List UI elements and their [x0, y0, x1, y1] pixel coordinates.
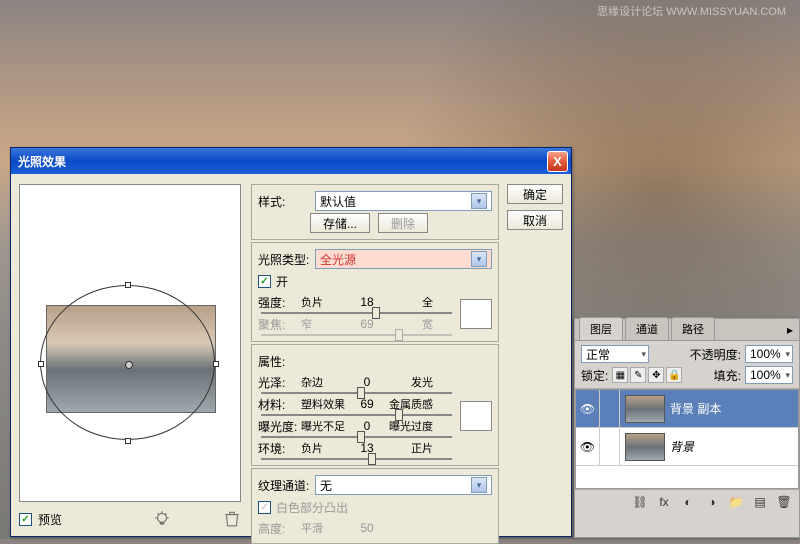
- ambient-color-swatch[interactable]: [460, 401, 492, 431]
- light-handle-left[interactable]: [38, 361, 44, 367]
- chevron-down-icon: ▾: [471, 251, 487, 267]
- layers-panel: 图层 通道 路径 ▸ 正常 不透明度: 100% 锁定: ▦ ✎ ✥ 🔒 填充:…: [574, 318, 800, 538]
- opacity-label: 不透明度:: [690, 346, 741, 363]
- fill-label: 填充:: [714, 367, 741, 384]
- watermark-text: 思缘设计论坛 WWW.MISSYUAN.COM: [597, 3, 786, 19]
- layer-item[interactable]: 👁 背景: [576, 428, 798, 466]
- preview-area[interactable]: [19, 184, 241, 502]
- lock-label: 锁定:: [581, 367, 608, 384]
- light-on-checkbox[interactable]: ✓: [258, 275, 271, 288]
- layer-list: 👁 背景 副本 👁 背景: [575, 389, 799, 489]
- white-high-checkbox: ✓: [258, 501, 271, 514]
- dialog-title: 光照效果: [18, 153, 547, 170]
- texture-label: 纹理通道:: [258, 477, 310, 494]
- lock-all-icon[interactable]: 🔒: [666, 367, 682, 383]
- dialog-titlebar[interactable]: 光照效果 X: [11, 148, 571, 174]
- light-type-label: 光照类型:: [258, 251, 310, 268]
- folder-icon[interactable]: 📁: [727, 493, 745, 511]
- adjustment-icon[interactable]: ◑: [703, 493, 721, 511]
- intensity-slider[interactable]: 强度: 负片 18 全: [258, 292, 455, 312]
- opacity-input[interactable]: 100%: [745, 345, 793, 363]
- fx-icon[interactable]: fx: [655, 493, 673, 511]
- style-label: 样式:: [258, 193, 310, 210]
- height-slider: 高度: 平滑 50: [258, 518, 492, 538]
- light-handle-top[interactable]: [125, 282, 131, 288]
- trash-icon[interactable]: [223, 510, 241, 528]
- chevron-down-icon: ▾: [471, 193, 487, 209]
- preview-checkbox[interactable]: ✓: [19, 513, 32, 526]
- layer-item[interactable]: 👁 背景 副本: [576, 390, 798, 428]
- properties-group: 属性: 光泽: 杂边 0 发光 材料:: [251, 344, 499, 466]
- lock-transparent-icon[interactable]: ▦: [612, 367, 628, 383]
- lighting-effects-dialog: 光照效果 X ✓ 预览: [10, 147, 572, 537]
- lock-brush-icon[interactable]: ✎: [630, 367, 646, 383]
- light-on-label: 开: [276, 273, 288, 290]
- panel-menu-icon[interactable]: ▸: [781, 320, 799, 340]
- light-handle-right[interactable]: [213, 361, 219, 367]
- light-type-select[interactable]: 全光源 ▾: [315, 249, 492, 269]
- texture-select[interactable]: 无 ▾: [315, 475, 492, 495]
- white-high-label: 白色部分凸出: [276, 499, 348, 516]
- link-layers-icon[interactable]: ⛓: [631, 493, 649, 511]
- light-center-handle[interactable]: [125, 361, 133, 369]
- properties-label: 属性:: [258, 353, 310, 370]
- save-style-button[interactable]: 存储...: [310, 213, 370, 233]
- delete-layer-icon[interactable]: 🗑: [775, 493, 793, 511]
- texture-group: 纹理通道: 无 ▾ ✓ 白色部分凸出 高度: 平滑 50: [251, 468, 499, 544]
- light-color-swatch[interactable]: [460, 299, 492, 329]
- cancel-button[interactable]: 取消: [507, 210, 563, 230]
- new-layer-icon[interactable]: ▤: [751, 493, 769, 511]
- lock-move-icon[interactable]: ✥: [648, 367, 664, 383]
- eye-icon[interactable]: 👁: [576, 390, 600, 427]
- layer-name: 背景: [670, 438, 694, 455]
- light-handle-bottom[interactable]: [125, 438, 131, 444]
- mask-icon[interactable]: ◐: [679, 493, 697, 511]
- style-select[interactable]: 默认值 ▾: [315, 191, 492, 211]
- texture-value: 无: [320, 477, 332, 494]
- delete-style-button[interactable]: 删除: [378, 213, 428, 233]
- preview-label: 预览: [38, 511, 62, 528]
- chevron-down-icon: ▾: [471, 477, 487, 493]
- tab-layers[interactable]: 图层: [579, 317, 623, 340]
- style-value: 默认值: [320, 193, 356, 210]
- layer-name: 背景 副本: [670, 400, 721, 417]
- blend-mode-select[interactable]: 正常: [581, 345, 649, 363]
- fill-input[interactable]: 100%: [745, 366, 793, 384]
- layer-thumbnail[interactable]: [625, 395, 665, 423]
- layer-thumbnail[interactable]: [625, 433, 665, 461]
- focus-slider: 聚焦: 窄 69 宽: [258, 314, 455, 334]
- light-type-group: 光照类型: 全光源 ▾ ✓ 开 强度:: [251, 242, 499, 342]
- ok-button[interactable]: 确定: [507, 184, 563, 204]
- close-button[interactable]: X: [547, 151, 568, 172]
- light-type-value: 全光源: [320, 251, 356, 268]
- style-group: 样式: 默认值 ▾ 存储... 删除: [251, 184, 499, 240]
- bulb-icon[interactable]: [153, 510, 171, 528]
- eye-icon[interactable]: 👁: [576, 428, 600, 465]
- tab-channels[interactable]: 通道: [625, 317, 669, 340]
- tab-paths[interactable]: 路径: [671, 317, 715, 340]
